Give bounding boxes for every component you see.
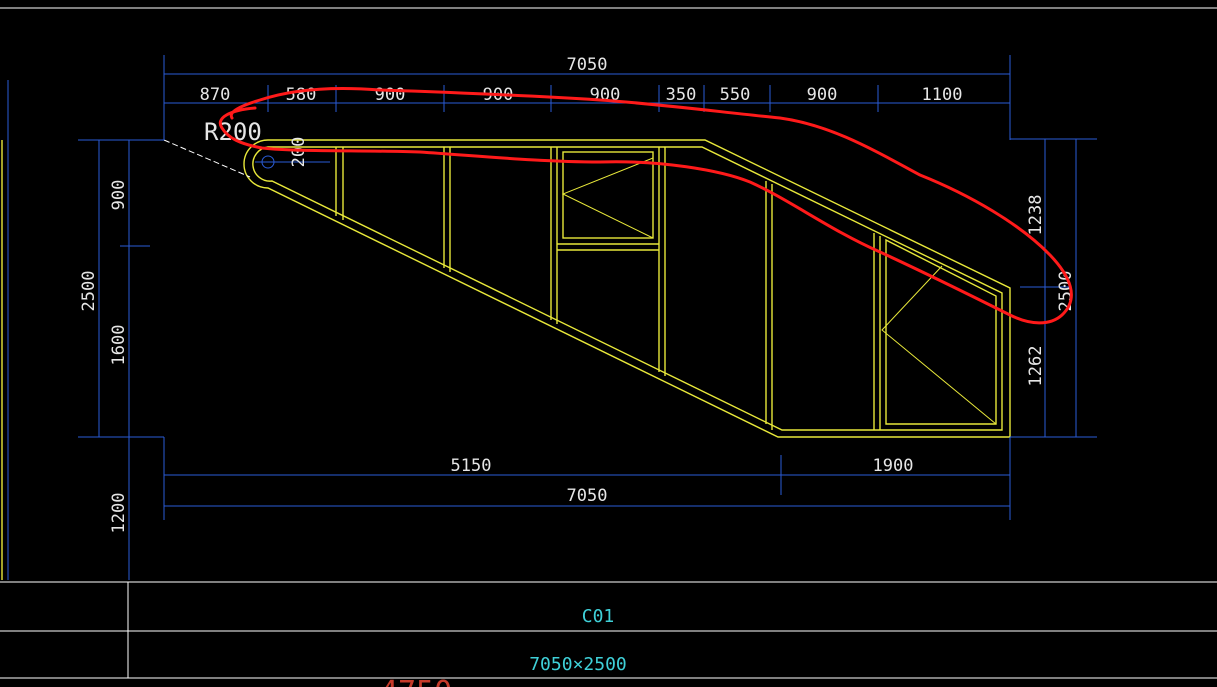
radius-label: R200 <box>204 118 262 146</box>
left-dim-lower: 1600 <box>109 325 129 366</box>
top-dim-8: 900 <box>807 85 838 105</box>
bottom-dim-2: 1900 <box>873 456 914 476</box>
top-dim-6: 350 <box>666 85 697 105</box>
partial-red-text: 4750 <box>380 675 452 687</box>
top-total-label: 7050 <box>567 55 608 75</box>
top-dim-9: 1100 <box>922 85 963 105</box>
left-dim-below: 1200 <box>109 493 129 534</box>
cad-drawing-canvas[interactable]: 7050 870 580 900 900 900 350 550 900 110… <box>0 0 1217 687</box>
top-dim-7: 550 <box>720 85 751 105</box>
drawing-size: 7050×2500 <box>529 654 627 675</box>
left-dim-total: 2500 <box>79 271 99 312</box>
small-dim-label: 200 <box>289 137 309 168</box>
top-dim-2: 580 <box>286 85 317 105</box>
right-dim-lower: 1262 <box>1026 346 1046 387</box>
drawing-code: C01 <box>582 606 615 627</box>
right-dimension-labels: 1238 1262 2500 <box>1026 195 1076 387</box>
red-markup-outline <box>218 86 1073 325</box>
right-dim-upper: 1238 <box>1026 195 1046 236</box>
bottom-dimension-labels: 5150 1900 7050 <box>451 456 914 506</box>
top-dim-3: 900 <box>375 85 406 105</box>
bottom-dim-1: 5150 <box>451 456 492 476</box>
bottom-total-label: 7050 <box>567 486 608 506</box>
title-block: C01 7050×2500 4750 <box>0 581 1217 687</box>
frame-outline <box>163 139 1011 438</box>
top-dim-1: 870 <box>200 85 231 105</box>
left-dim-upper: 900 <box>109 180 129 211</box>
left-dimension-labels: 900 1600 2500 1200 <box>79 180 129 534</box>
